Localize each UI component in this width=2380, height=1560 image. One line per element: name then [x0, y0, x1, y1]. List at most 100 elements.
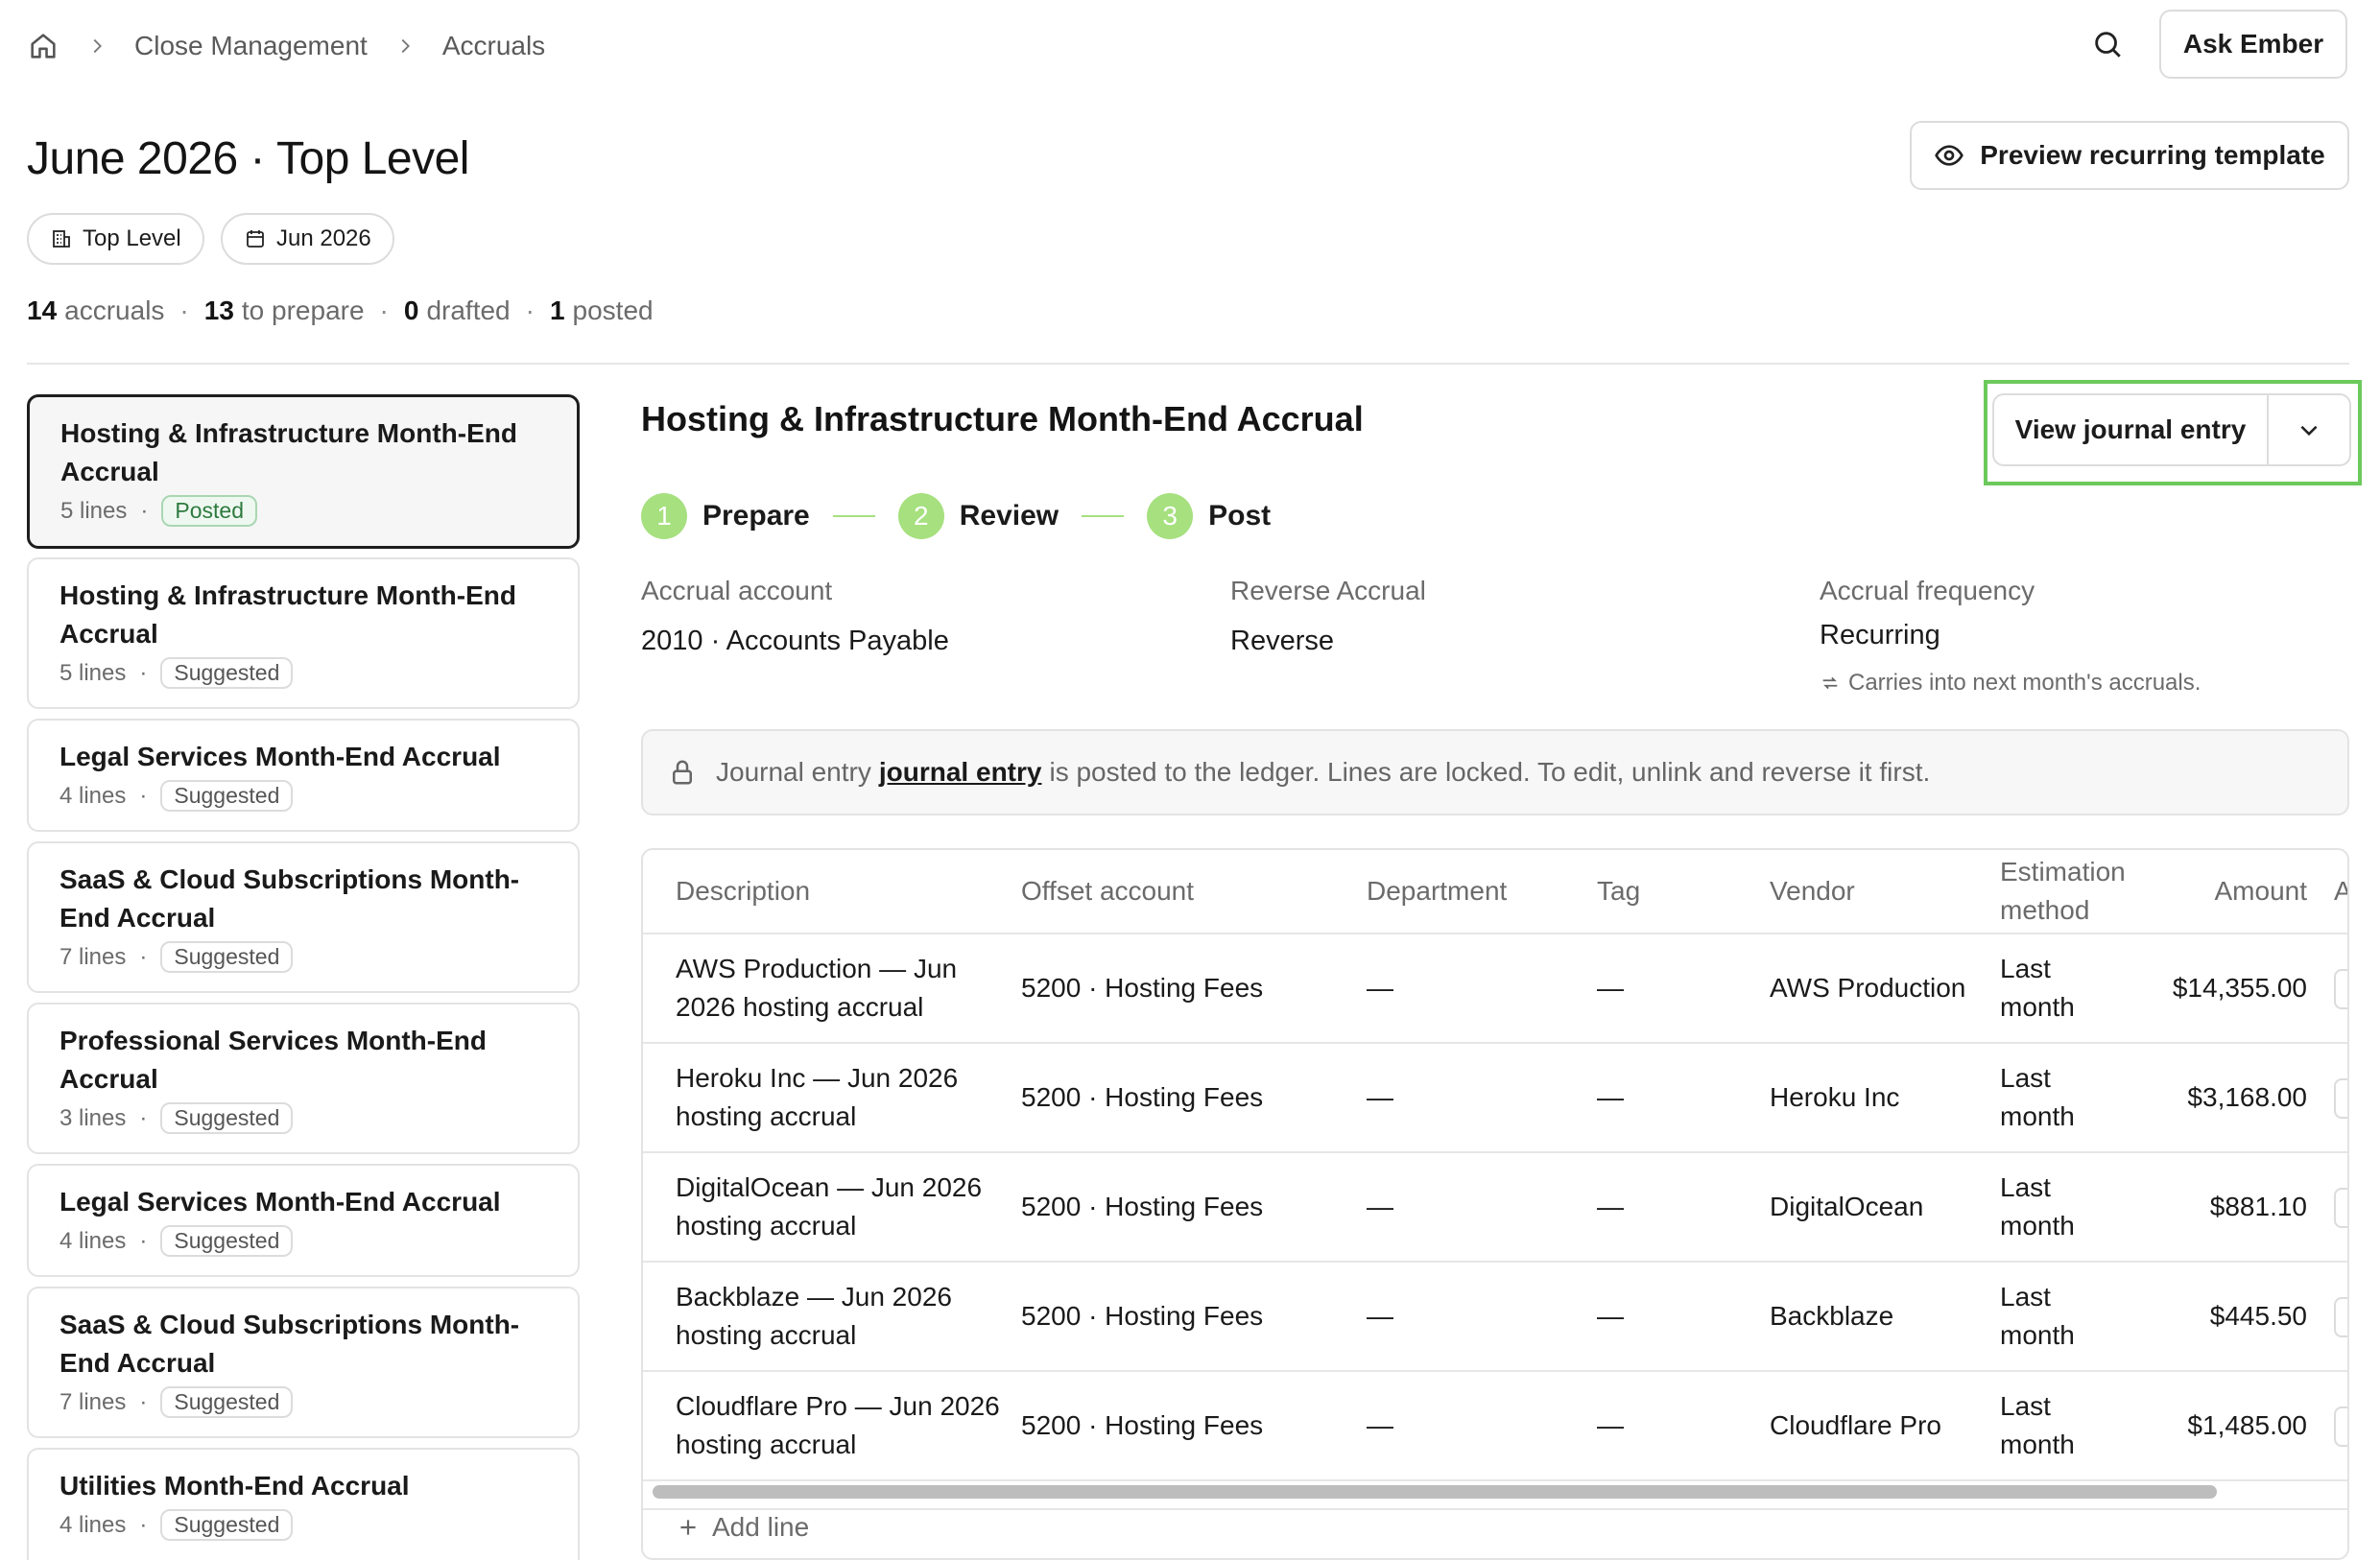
column-header-offset-account: Offset account: [1021, 876, 1195, 906]
table-row[interactable]: AWS Production — Jun 2026 hosting accrua…: [643, 934, 2347, 1044]
reverse-accrual-value: Reverse: [1230, 626, 1334, 656]
cell-department: —: [1367, 1192, 1393, 1221]
preview-recurring-template-button[interactable]: Preview recurring template: [1910, 121, 2349, 190]
accrual-stats: 14 accruals · 13 to prepare · 0 drafted · 1…: [27, 295, 654, 325]
accrual-title: Utilities Month-End Accrual: [60, 1471, 410, 1501]
line-count: 5 lines: [60, 659, 127, 686]
table-row[interactable]: Cloudflare Pro — Jun 2026 hosting accrua…: [643, 1372, 2347, 1481]
chevron-right-icon: [86, 35, 107, 57]
column-header-truncated: A: [2334, 850, 2347, 933]
lock-icon: [673, 760, 692, 785]
accrual-detail-title: Hosting & Infrastructure Month-End Accru…: [641, 399, 1364, 438]
accrual-title: Professional Services Month-End Accrual: [60, 1026, 487, 1094]
horizontal-scrollbar[interactable]: [653, 1485, 2217, 1499]
accrual-frequency-label: Accrual frequency: [1820, 576, 2035, 605]
eye-icon: [1935, 145, 1964, 166]
plus-icon: [680, 1520, 696, 1535]
cell-vendor: Backblaze: [1770, 1301, 1894, 1331]
status-badge: Suggested: [160, 1386, 294, 1418]
cell-department: —: [1367, 1410, 1393, 1440]
cell-estimation-method: Last month: [2000, 954, 2075, 1022]
step-number: 2: [897, 493, 944, 539]
step-prepare[interactable]: Prepare: [702, 500, 810, 532]
accrual-title: SaaS & Cloud Subscriptions Month-End Acc…: [60, 864, 520, 933]
accrual-title: Hosting & Infrastructure Month-End Accru…: [60, 580, 516, 649]
divider: [643, 1508, 2347, 1510]
cell-description: Heroku Inc — Jun 2026 hosting accrual: [676, 1063, 959, 1131]
stat-label: drafted: [426, 295, 511, 325]
add-line-button[interactable]: Add line: [676, 1512, 809, 1543]
accrual-title: Legal Services Month-End Accrual: [60, 1187, 501, 1217]
frequency-note-text: Carries into next month's accruals.: [1848, 670, 2202, 696]
breadcrumb-accruals[interactable]: Accruals: [442, 31, 545, 61]
step-review[interactable]: Review: [960, 500, 1059, 532]
step-post[interactable]: Post: [1208, 500, 1271, 532]
cell-department: —: [1367, 1301, 1393, 1331]
ask-ember-button[interactable]: Ask Ember: [2159, 10, 2347, 79]
accrual-title: SaaS & Cloud Subscriptions Month-End Acc…: [60, 1310, 520, 1378]
stat-label: to prepare: [241, 295, 365, 325]
cell-vendor: Heroku Inc: [1770, 1082, 1900, 1112]
step-number: 3: [1147, 493, 1194, 539]
status-badge: Suggested: [160, 1102, 294, 1134]
accrual-list-item[interactable]: Legal Services Month-End Accrual 4 lines…: [27, 719, 580, 832]
cell-tag: —: [1597, 1301, 1624, 1331]
accrual-list-item[interactable]: Hosting & Infrastructure Month-End Accru…: [27, 557, 580, 709]
column-header-department: Department: [1367, 876, 1508, 906]
view-journal-entry-split-button: View journal entry: [1992, 393, 2351, 466]
stat-value: 14: [27, 295, 58, 325]
row-control[interactable]: [2334, 1297, 2347, 1337]
accrual-list-item[interactable]: SaaS & Cloud Subscriptions Month-End Acc…: [27, 1287, 580, 1438]
stat-value: 0: [403, 295, 419, 325]
workflow-stepper: 1 Prepare 2 Review 3 Post: [641, 493, 1271, 539]
home-icon[interactable]: [27, 30, 60, 62]
stat-label: posted: [572, 295, 654, 325]
row-control[interactable]: [2334, 1406, 2347, 1447]
locked-notice: Journal entry journal entry is posted to…: [641, 729, 2349, 815]
status-badge: Suggested: [160, 780, 294, 812]
cell-tag: —: [1597, 1082, 1624, 1112]
line-count: 4 lines: [60, 782, 127, 809]
frequency-note: Carries into next month's accruals.: [1820, 670, 2201, 697]
step-connector: [832, 515, 875, 517]
status-badge: Suggested: [160, 657, 294, 689]
row-control[interactable]: [2334, 1078, 2347, 1119]
cell-amount: $881.10: [2209, 1192, 2307, 1221]
cell-description: DigitalOcean — Jun 2026 hosting accrual: [676, 1172, 983, 1241]
table-row[interactable]: Backblaze — Jun 2026 hosting accrual 520…: [643, 1263, 2347, 1372]
cell-estimation-method: Last month: [2000, 1172, 2075, 1241]
column-header-vendor: Vendor: [1770, 876, 1855, 906]
breadcrumb-close-management[interactable]: Close Management: [134, 31, 368, 61]
row-control[interactable]: [2334, 969, 2347, 1009]
chevron-down-icon: [2300, 425, 2318, 437]
view-journal-entry-button[interactable]: View journal entry: [1994, 395, 2269, 464]
period-chip-label: Jun 2026: [276, 225, 371, 251]
accrual-list-item[interactable]: Utilities Month-End Accrual 4 lines · Sugg…: [27, 1448, 580, 1560]
cell-vendor: AWS Production: [1770, 973, 1966, 1003]
period-chip[interactable]: Jun 2026: [221, 213, 394, 265]
line-count: 4 lines: [60, 1227, 127, 1254]
accrual-list-item[interactable]: Hosting & Infrastructure Month-End Accru…: [27, 394, 580, 549]
cell-amount: $1,485.00: [2187, 1410, 2307, 1440]
stat-value: 13: [203, 295, 234, 325]
table-row[interactable]: DigitalOcean — Jun 2026 hosting accrual …: [643, 1153, 2347, 1263]
cell-vendor: DigitalOcean: [1770, 1192, 1924, 1221]
journal-entry-link[interactable]: journal entry: [879, 757, 1042, 788]
calendar-icon: [247, 230, 264, 248]
accrual-title: Hosting & Infrastructure Month-End Accru…: [60, 418, 517, 486]
chevron-right-icon: [394, 35, 416, 57]
cell-estimation-method: Last month: [2000, 1282, 2075, 1350]
search-button[interactable]: [2084, 21, 2130, 67]
stat-value: 1: [549, 295, 565, 325]
add-line-label: Add line: [712, 1512, 810, 1542]
entity-chip[interactable]: Top Level: [27, 213, 204, 265]
accrual-list-item[interactable]: Legal Services Month-End Accrual 4 lines…: [27, 1164, 580, 1277]
accrual-list-item[interactable]: SaaS & Cloud Subscriptions Month-End Acc…: [27, 841, 580, 993]
view-journal-entry-dropdown[interactable]: [2269, 395, 2349, 464]
accrual-list-item[interactable]: Professional Services Month-End Accrual …: [27, 1003, 580, 1154]
table-row[interactable]: Heroku Inc — Jun 2026 hosting accrual 52…: [643, 1044, 2347, 1153]
accrual-title: Legal Services Month-End Accrual: [60, 742, 501, 771]
column-header-description: Description: [676, 876, 811, 906]
row-control[interactable]: [2334, 1188, 2347, 1228]
repeat-icon: [1822, 676, 1838, 690]
